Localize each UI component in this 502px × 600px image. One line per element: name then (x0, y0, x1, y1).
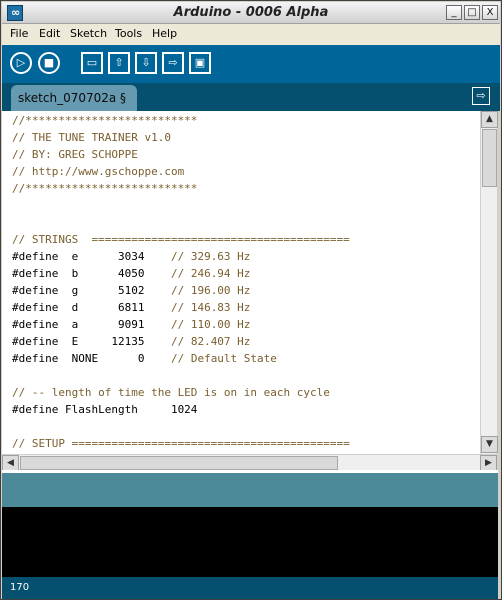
code-line: // SETUP ===============================… (12, 435, 350, 452)
vertical-scroll-thumb[interactable] (482, 129, 497, 187)
code-text-span: #define NONE 0 (12, 352, 145, 365)
code-comment: // 246.94 Hz (170, 267, 251, 280)
scroll-down-icon[interactable]: ▼ (481, 436, 498, 453)
menu-bar: File Edit Sketch Tools Help (2, 24, 500, 45)
code-line: // BY: GREG SCHOPPE (12, 146, 350, 163)
new-button[interactable]: ▭ (81, 52, 103, 74)
menu-edit[interactable]: Edit (39, 27, 60, 40)
code-comment: // -- length of time the LED is on in ea… (12, 386, 330, 399)
close-button[interactable]: X (482, 5, 498, 20)
code-text-span: #define FlashLength 1024 (12, 403, 198, 416)
menu-file[interactable]: File (10, 27, 28, 40)
new-file-icon: ▭ (86, 56, 98, 69)
line-number: 170 (10, 582, 30, 593)
code-comment: // BY: GREG SCHOPPE (12, 148, 138, 161)
code-comment: // THE TUNE TRAINER v1.0 (12, 131, 171, 144)
console-output (2, 507, 498, 577)
arrow-right-icon: ⇨ (476, 89, 486, 102)
tab-strip: sketch_070702a § ⇨ (2, 83, 500, 111)
play-icon: ▷ (16, 56, 26, 69)
code-line: // STRINGS =============================… (12, 231, 350, 248)
code-comment: // http://www.gschoppe.com (12, 165, 185, 178)
code-text-span: #define g 5102 (12, 284, 145, 297)
serial-monitor-button[interactable]: ▣ (189, 52, 211, 74)
export-button[interactable]: ⇨ (162, 52, 184, 74)
code-comment: // 146.83 Hz (170, 301, 251, 314)
horizontal-scroll-thumb[interactable] (20, 456, 338, 470)
code-line: #define FlashLength 1024 (12, 401, 350, 418)
code-comment: // 329.63 Hz (170, 250, 251, 263)
code-comment: // 82.407 Hz (170, 335, 251, 348)
code-comment: // Default State (170, 352, 277, 365)
code-line: //************************** (12, 180, 350, 197)
code-comment: // STRINGS =============================… (12, 233, 350, 246)
code-line: // -- length of time the LED is on in ea… (12, 384, 350, 401)
code-line: // http://www.gschoppe.com (12, 163, 350, 180)
stop-button[interactable]: ■ (38, 52, 60, 74)
title-bar[interactable]: ∞ Arduino - 0006 Alpha _ □ X (2, 2, 500, 24)
export-icon: ⇨ (168, 56, 178, 69)
message-area (2, 473, 498, 507)
code-line: // THE TUNE TRAINER v1.0 (12, 129, 350, 146)
code-editor[interactable]: //************************** // THE TUNE … (2, 111, 480, 454)
code-comment: // 110.00 Hz (170, 318, 251, 331)
scroll-up-icon[interactable]: ▲ (481, 111, 498, 128)
code-text-span: #define e 3034 (12, 250, 145, 263)
save-button[interactable]: ⇩ (135, 52, 157, 74)
maximize-button[interactable]: □ (464, 5, 480, 20)
horizontal-scrollbar[interactable]: ◀ ▶ (2, 454, 497, 471)
code-line: #define e 3034 // 329.63 Hz (12, 248, 350, 265)
code-text: //************************** // THE TUNE … (12, 112, 350, 452)
tab-label: sketch_070702a § (18, 91, 127, 105)
minimize-button[interactable]: _ (446, 5, 462, 20)
open-icon: ⇧ (114, 56, 124, 69)
menu-sketch[interactable]: Sketch (70, 27, 107, 40)
tab-menu-button[interactable]: ⇨ (472, 87, 490, 105)
window-title: Arduino - 0006 Alpha (173, 5, 329, 20)
code-line: #define a 9091 // 110.00 Hz (12, 316, 350, 333)
vertical-scrollbar[interactable]: ▲ ▼ (480, 111, 498, 454)
menu-tools[interactable]: Tools (115, 27, 142, 40)
scroll-right-icon[interactable]: ▶ (480, 455, 497, 471)
code-comment: //************************** (12, 182, 198, 195)
status-bar: 170 (2, 577, 498, 599)
open-button[interactable]: ⇧ (108, 52, 130, 74)
code-line: #define g 5102 // 196.00 Hz (12, 282, 350, 299)
code-text-span: #define d 6811 (12, 301, 145, 314)
code-line: #define E 12135 // 82.407 Hz (12, 333, 350, 350)
tab-sketch[interactable]: sketch_070702a § (11, 85, 137, 111)
run-button[interactable]: ▷ (10, 52, 32, 74)
stop-icon: ■ (43, 56, 55, 69)
scroll-left-icon[interactable]: ◀ (2, 455, 19, 471)
menu-help[interactable]: Help (152, 27, 177, 40)
code-comment: //************************** (12, 114, 198, 127)
code-line: #define NONE 0 // Default State (12, 350, 350, 367)
code-text-span: #define E 12135 (12, 335, 145, 348)
monitor-icon: ▣ (194, 56, 206, 69)
toolbar: ▷ ■ ▭ ⇧ ⇩ ⇨ ▣ (2, 45, 500, 83)
arduino-window: ∞ Arduino - 0006 Alpha _ □ X File Edit S… (0, 0, 502, 600)
code-comment: // 196.00 Hz (170, 284, 251, 297)
code-comment: // SETUP ===============================… (12, 437, 350, 450)
code-line: #define b 4050 // 246.94 Hz (12, 265, 350, 282)
code-line: //************************** (12, 112, 350, 129)
code-text-span: #define a 9091 (12, 318, 145, 331)
code-text-span: #define b 4050 (12, 267, 145, 280)
save-icon: ⇩ (141, 56, 151, 69)
code-line: #define d 6811 // 146.83 Hz (12, 299, 350, 316)
